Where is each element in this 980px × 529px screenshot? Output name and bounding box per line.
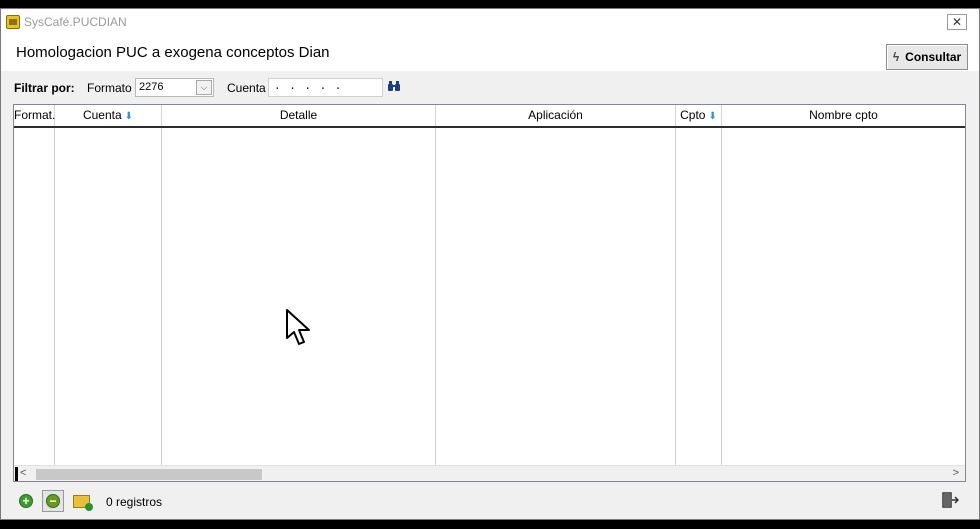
exit-door-icon[interactable] <box>941 491 959 509</box>
remove-button[interactable]: − <box>42 490 64 512</box>
sort-arrow-icon: ⬇ <box>708 111 717 122</box>
formato-value: 2276 <box>139 81 164 93</box>
scroll-left-icon[interactable]: < <box>20 467 26 479</box>
data-grid[interactable]: Format. Cuenta ⬇ Detalle Aplicación Cpto ⬇… <box>13 104 966 482</box>
column-header-aplicacion[interactable]: Aplicación <box>436 105 676 126</box>
column-divider <box>675 128 676 465</box>
title-bar: SysCafé.PUCDIAN ✕ <box>1 9 979 35</box>
column-divider <box>721 128 722 465</box>
scroll-marker <box>15 467 18 481</box>
sort-arrow-icon: ⬇ <box>124 111 134 122</box>
column-header-cpto[interactable]: Cpto ⬇ <box>676 105 722 126</box>
binoculars-icon[interactable] <box>387 80 401 92</box>
consultar-label: Consultar <box>905 50 962 64</box>
grid-header: Format. Cuenta ⬇ Detalle Aplicación Cpto ⬇… <box>14 105 965 128</box>
window-title: SysCafé.PUCDIAN <box>24 15 127 29</box>
column-divider <box>54 128 55 465</box>
lightning-icon: ϟ <box>892 50 900 64</box>
consultar-button[interactable]: ϟ Consultar <box>886 44 968 70</box>
horizontal-scrollbar[interactable]: < > <box>14 465 965 481</box>
column-divider <box>435 128 436 465</box>
column-header-detalle[interactable]: Detalle <box>162 105 436 126</box>
main-window: SysCafé.PUCDIAN ✕ Homologacion PUC a exo… <box>0 8 980 520</box>
filter-bar: Filtrar por: Formato 2276 ⌵ Cuenta . . .… <box>1 77 979 99</box>
formato-select[interactable]: 2276 ⌵ <box>135 78 214 97</box>
mouse-cursor-icon <box>286 309 310 345</box>
column-header-nombre-cpto[interactable]: Nombre cpto <box>722 105 965 126</box>
cuenta-input[interactable]: . . . . . <box>268 78 383 97</box>
column-header-cuenta[interactable]: Cuenta ⬇ <box>55 105 162 126</box>
app-icon <box>6 15 20 29</box>
scroll-right-icon[interactable]: > <box>953 467 959 479</box>
close-button[interactable]: ✕ <box>947 14 967 30</box>
page-header: Homologacion PUC a exogena conceptos Dia… <box>1 35 979 71</box>
column-header-format[interactable]: Format. <box>14 105 55 126</box>
filter-label: Filtrar por: <box>14 81 75 95</box>
scroll-thumb[interactable] <box>36 469 262 480</box>
cuenta-label: Cuenta <box>227 81 266 95</box>
chevron-down-icon[interactable]: ⌵ <box>196 80 212 95</box>
add-button[interactable]: + <box>15 490 37 512</box>
page-title: Homologacion PUC a exogena conceptos Dia… <box>16 44 330 61</box>
export-button[interactable] <box>70 490 93 512</box>
footer-bar: + − 0 registros <box>1 487 979 521</box>
export-folder-icon <box>72 494 93 511</box>
records-count: 0 registros <box>106 495 163 509</box>
formato-label: Formato <box>87 81 132 95</box>
add-icon: + <box>19 494 33 508</box>
column-divider <box>161 128 162 465</box>
remove-icon: − <box>46 494 60 508</box>
